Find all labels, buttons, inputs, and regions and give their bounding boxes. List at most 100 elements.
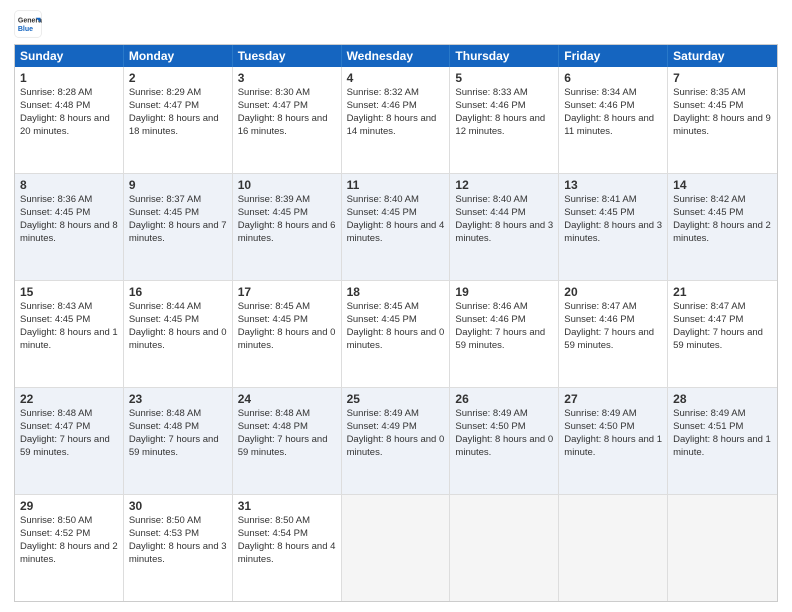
- day-number: 12: [455, 177, 553, 193]
- sunset-text: Sunset: 4:45 PM: [129, 207, 199, 218]
- day-number: 9: [129, 177, 227, 193]
- sunrise-text: Sunrise: 8:37 AM: [129, 194, 201, 205]
- cal-header-day: Sunday: [15, 45, 124, 67]
- sunrise-text: Sunrise: 8:46 AM: [455, 301, 527, 312]
- day-number: 10: [238, 177, 336, 193]
- daylight-text: Daylight: 8 hours and 1 minute.: [564, 434, 662, 458]
- day-number: 17: [238, 284, 336, 300]
- calendar-header: SundayMondayTuesdayWednesdayThursdayFrid…: [15, 45, 777, 67]
- sunset-text: Sunset: 4:44 PM: [455, 207, 525, 218]
- calendar-cell: 16Sunrise: 8:44 AMSunset: 4:45 PMDayligh…: [124, 281, 233, 387]
- calendar-cell: 10Sunrise: 8:39 AMSunset: 4:45 PMDayligh…: [233, 174, 342, 280]
- calendar-cell: [450, 495, 559, 601]
- calendar-cell: 9Sunrise: 8:37 AMSunset: 4:45 PMDaylight…: [124, 174, 233, 280]
- sunset-text: Sunset: 4:48 PM: [129, 421, 199, 432]
- daylight-text: Daylight: 8 hours and 1 minute.: [20, 327, 118, 351]
- day-number: 23: [129, 391, 227, 407]
- calendar-cell: 1Sunrise: 8:28 AMSunset: 4:48 PMDaylight…: [15, 67, 124, 173]
- calendar-row: 8Sunrise: 8:36 AMSunset: 4:45 PMDaylight…: [15, 173, 777, 280]
- day-number: 15: [20, 284, 118, 300]
- day-number: 29: [20, 498, 118, 514]
- logo: General Blue: [14, 10, 46, 38]
- day-number: 25: [347, 391, 445, 407]
- calendar-row: 15Sunrise: 8:43 AM Sunset: 4:45 PM Dayligh…: [15, 280, 777, 387]
- sunrise-text: Sunrise: 8:45 AM: [238, 301, 310, 312]
- daylight-text: Daylight: 7 hours and 59 minutes.: [673, 327, 763, 351]
- sunset-text: Sunset: 4:47 PM: [238, 100, 308, 111]
- daylight-text: Daylight: 8 hours and 18 minutes.: [129, 113, 219, 137]
- daylight-text: Daylight: 8 hours and 8 minutes.: [20, 220, 118, 244]
- daylight-text: Daylight: 8 hours and 3 minutes.: [455, 220, 553, 244]
- calendar-cell: 28Sunrise: 8:49 AMSunset: 4:51 PMDayligh…: [668, 388, 777, 494]
- calendar-cell: 20Sunrise: 8:47 AMSunset: 4:46 PMDayligh…: [559, 281, 668, 387]
- daylight-text: Daylight: 8 hours and 0 minutes.: [347, 434, 445, 458]
- day-number: 24: [238, 391, 336, 407]
- sunrise-text: Sunrise: 8:43 AM: [20, 301, 92, 312]
- calendar: SundayMondayTuesdayWednesdayThursdayFrid…: [14, 44, 778, 602]
- sunset-text: Sunset: 4:53 PM: [129, 528, 199, 539]
- sunset-text: Sunset: 4:52 PM: [20, 528, 90, 539]
- calendar-cell: 17Sunrise: 8:45 AMSunset: 4:45 PMDayligh…: [233, 281, 342, 387]
- calendar-cell: 31Sunrise: 8:50 AMSunset: 4:54 PMDayligh…: [233, 495, 342, 601]
- sunset-text: Sunset: 4:45 PM: [564, 207, 634, 218]
- sunset-text: Sunset: 4:51 PM: [673, 421, 743, 432]
- daylight-text: Daylight: 7 hours and 59 minutes.: [20, 434, 110, 458]
- day-number: 21: [673, 284, 772, 300]
- sunrise-text: Sunrise: 8:49 AM: [673, 408, 745, 419]
- day-number: 26: [455, 391, 553, 407]
- sunrise-text: Sunrise: 8:48 AM: [129, 408, 201, 419]
- sunset-text: Sunset: 4:46 PM: [455, 314, 525, 325]
- calendar-cell: 11Sunrise: 8:40 AMSunset: 4:45 PMDayligh…: [342, 174, 451, 280]
- sunset-text: Sunset: 4:45 PM: [20, 314, 90, 325]
- sunrise-text: Sunrise: 8:47 AM: [673, 301, 745, 312]
- sunrise-text: Sunrise: 8:42 AM: [673, 194, 745, 205]
- day-number: 1: [20, 70, 118, 86]
- calendar-row: 29Sunrise: 8:50 AMSunset: 4:52 PMDayligh…: [15, 494, 777, 601]
- sunrise-text: Sunrise: 8:49 AM: [347, 408, 419, 419]
- day-number: 31: [238, 498, 336, 514]
- calendar-cell: 18Sunrise: 8:45 AMSunset: 4:45 PMDayligh…: [342, 281, 451, 387]
- sunset-text: Sunset: 4:54 PM: [238, 528, 308, 539]
- day-number: 20: [564, 284, 662, 300]
- daylight-text: Daylight: 8 hours and 3 minutes.: [564, 220, 662, 244]
- calendar-cell: 15Sunrise: 8:43 AM Sunset: 4:45 PM Dayligh…: [15, 281, 124, 387]
- daylight-text: Daylight: 8 hours and 2 minutes.: [673, 220, 771, 244]
- calendar-cell: 29Sunrise: 8:50 AMSunset: 4:52 PMDayligh…: [15, 495, 124, 601]
- calendar-cell: 13Sunrise: 8:41 AMSunset: 4:45 PMDayligh…: [559, 174, 668, 280]
- sunset-text: Sunset: 4:45 PM: [347, 314, 417, 325]
- sunrise-text: Sunrise: 8:50 AM: [238, 515, 310, 526]
- day-number: 28: [673, 391, 772, 407]
- day-number: 16: [129, 284, 227, 300]
- sunrise-text: Sunrise: 8:41 AM: [564, 194, 636, 205]
- sunrise-text: Sunrise: 8:30 AM: [238, 87, 310, 98]
- sunset-text: Sunset: 4:45 PM: [238, 314, 308, 325]
- calendar-cell: [559, 495, 668, 601]
- day-number: 4: [347, 70, 445, 86]
- sunset-text: Sunset: 4:45 PM: [673, 207, 743, 218]
- sunrise-text: Sunrise: 8:40 AM: [455, 194, 527, 205]
- day-number: 6: [564, 70, 662, 86]
- calendar-cell: 4Sunrise: 8:32 AMSunset: 4:46 PMDaylight…: [342, 67, 451, 173]
- calendar-cell: 12Sunrise: 8:40 AM Sunset: 4:44 PM Dayligh…: [450, 174, 559, 280]
- day-number: 27: [564, 391, 662, 407]
- sunrise-text: Sunrise: 8:29 AM: [129, 87, 201, 98]
- daylight-text: Daylight: 7 hours and 59 minutes.: [455, 327, 545, 351]
- daylight-text: Daylight: 8 hours and 0 minutes.: [455, 434, 553, 458]
- calendar-row: 22Sunrise: 8:48 AMSunset: 4:47 PMDayligh…: [15, 387, 777, 494]
- day-number: 8: [20, 177, 118, 193]
- sunrise-text: Sunrise: 8:32 AM: [347, 87, 419, 98]
- sunrise-text: Sunrise: 8:34 AM: [564, 87, 636, 98]
- calendar-body: 1Sunrise: 8:28 AM Sunset: 4:48 PM Daylight…: [15, 67, 777, 601]
- calendar-cell: 2Sunrise: 8:29 AMSunset: 4:47 PMDaylight…: [124, 67, 233, 173]
- calendar-cell: 27Sunrise: 8:49 AMSunset: 4:50 PMDayligh…: [559, 388, 668, 494]
- sunset-text: Sunset: 4:45 PM: [347, 207, 417, 218]
- day-number: 5: [455, 70, 553, 86]
- sunrise-text: Sunrise: 8:28 AM: [20, 87, 92, 98]
- day-number: 2: [129, 70, 227, 86]
- sunset-text: Sunset: 4:47 PM: [20, 421, 90, 432]
- day-number: 30: [129, 498, 227, 514]
- sunrise-text: Sunrise: 8:47 AM: [564, 301, 636, 312]
- sunset-text: Sunset: 4:46 PM: [455, 100, 525, 111]
- header: General Blue: [14, 10, 778, 38]
- daylight-text: Daylight: 8 hours and 6 minutes.: [238, 220, 336, 244]
